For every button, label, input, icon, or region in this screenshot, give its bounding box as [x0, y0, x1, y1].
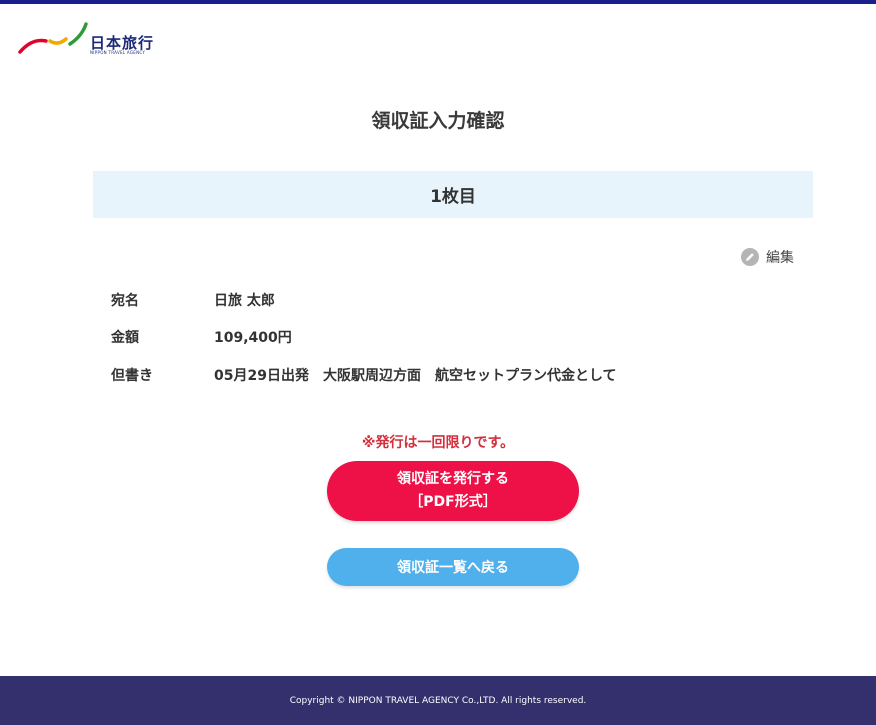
- issue-receipt-button[interactable]: 領収証を発行する ［PDF形式］: [327, 461, 579, 521]
- name-value: 日旅 太郎: [214, 293, 275, 309]
- sheet-label: 1枚目: [430, 187, 476, 207]
- amount-label: 金額: [111, 330, 139, 346]
- logo-subtext: NIPPON TRAVEL AGENCY: [90, 50, 146, 55]
- receipt-row-name: 宛名 日旅 太郎: [111, 290, 275, 310]
- memo-value: 05月29日出発 大阪駅周辺方面 航空セットプラン代金として: [214, 368, 617, 384]
- issue-button-label: 領収証を発行する: [397, 471, 509, 487]
- memo-label: 但書き: [111, 368, 153, 384]
- receipt-row-amount: 金額 109,400円: [111, 327, 292, 347]
- edit-link[interactable]: 編集: [741, 247, 794, 267]
- site-logo[interactable]: 日本旅行 NIPPON TRAVEL AGENCY: [18, 22, 158, 58]
- receipt-row-memo: 但書き 05月29日出発 大阪駅周辺方面 航空セットプラン代金として: [111, 365, 617, 385]
- logo-swoosh-icon: [18, 22, 88, 54]
- page-title: 領収証入力確認: [371, 110, 505, 132]
- copyright-text: Copyright © NIPPON TRAVEL AGENCY Co.,LTD…: [289, 695, 587, 706]
- amount-value: 109,400円: [214, 330, 292, 346]
- sheet-header-bar: 1枚目: [93, 171, 813, 218]
- one-time-notice: ※発行は一回限りです。: [361, 435, 515, 451]
- edit-label: 編集: [766, 250, 794, 266]
- name-label: 宛名: [111, 293, 139, 309]
- pencil-icon: [741, 248, 759, 266]
- footer: Copyright © NIPPON TRAVEL AGENCY Co.,LTD…: [0, 676, 876, 725]
- top-stripe: [0, 0, 876, 4]
- back-to-list-button[interactable]: 領収証一覧へ戻る: [327, 548, 579, 586]
- issue-button-format: ［PDF形式］: [409, 494, 497, 510]
